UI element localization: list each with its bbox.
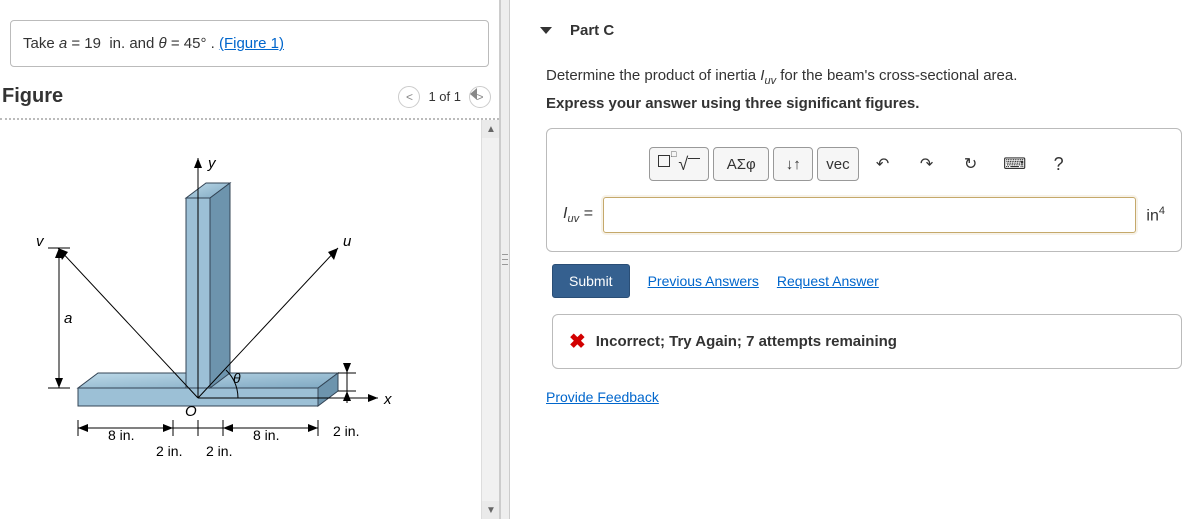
origin-label: O bbox=[185, 403, 197, 420]
part-title: Part C bbox=[570, 22, 614, 39]
figure-title: Figure bbox=[2, 85, 63, 108]
question-prefix: Determine the product of inertia bbox=[546, 67, 760, 84]
pane-splitter[interactable] bbox=[500, 0, 510, 519]
question-instruction: Express your answer using three signific… bbox=[546, 95, 1182, 112]
vector-button[interactable]: vec bbox=[817, 147, 858, 181]
feedback-text: Incorrect; Try Again; 7 attempts remaini… bbox=[596, 333, 897, 350]
axis-x-label: x bbox=[383, 391, 392, 408]
dim-a-label: a bbox=[64, 310, 72, 327]
previous-answers-link[interactable]: Previous Answers bbox=[648, 273, 759, 289]
incorrect-icon: ✖ bbox=[569, 329, 586, 354]
dim-2in-b: 2 in. bbox=[206, 443, 232, 458]
submit-button[interactable]: Submit bbox=[552, 264, 630, 298]
figure-diagram: y v u a x O θ 8 in. 8 in. 2 in. 2 in. 2 … bbox=[8, 138, 438, 458]
part-header: Part C bbox=[540, 10, 1182, 57]
answer-lhs-sub: uv bbox=[567, 213, 579, 225]
param-theta-eq: = 45° . bbox=[167, 35, 219, 52]
feedback-box: ✖ Incorrect; Try Again; 7 attempts remai… bbox=[552, 314, 1182, 369]
figure-area: y v u a x O θ 8 in. 8 in. 2 in. 2 in. 2 … bbox=[0, 120, 499, 519]
provide-feedback-link[interactable]: Provide Feedback bbox=[546, 389, 659, 405]
dim-2in-a: 2 in. bbox=[156, 443, 182, 458]
dim-8in-right: 8 in. bbox=[253, 427, 279, 443]
parameter-box: Take a = 19 in. and θ = 45° . (Figure 1) bbox=[10, 20, 489, 67]
answer-lhs: Iuv = bbox=[563, 205, 593, 225]
answer-panel: □ √ ΑΣφ ↓↑ vec ↶ ↷ ↻ ⌨ ? Iuv = in4 bbox=[546, 128, 1182, 252]
request-answer-link[interactable]: Request Answer bbox=[777, 273, 879, 289]
answer-row: Iuv = in4 bbox=[563, 197, 1165, 233]
answer-unit-exp: 4 bbox=[1159, 205, 1165, 217]
figure-header: Figure < 1 of 1 > bbox=[0, 81, 499, 114]
greek-button[interactable]: ΑΣφ bbox=[713, 147, 769, 181]
collapse-left-icon[interactable] bbox=[470, 88, 477, 100]
param-a-eq: = 19 in. and bbox=[67, 35, 158, 52]
figure-scrollbar[interactable]: ▲ ▼ bbox=[481, 120, 499, 519]
answer-unit: in4 bbox=[1146, 205, 1165, 225]
figure-nav: < 1 of 1 > bbox=[398, 86, 491, 108]
subscript-superscript-button[interactable]: ↓↑ bbox=[773, 147, 813, 181]
reset-button[interactable]: ↻ bbox=[951, 147, 991, 181]
dim-8in-left: 8 in. bbox=[108, 427, 134, 443]
param-prefix: Take bbox=[23, 35, 59, 52]
right-pane: Part C Determine the product of inertia … bbox=[510, 0, 1200, 519]
question-block: Determine the product of inertia Iuv for… bbox=[540, 67, 1182, 406]
answer-toolbar: □ √ ΑΣφ ↓↑ vec ↶ ↷ ↻ ⌨ ? bbox=[563, 147, 1165, 181]
keyboard-button[interactable]: ⌨ bbox=[995, 147, 1035, 181]
answer-unit-base: in bbox=[1146, 207, 1158, 224]
help-button[interactable]: ? bbox=[1039, 147, 1079, 181]
param-theta-var: θ bbox=[159, 35, 167, 52]
theta-label: θ bbox=[233, 370, 241, 386]
axis-v-label: v bbox=[36, 233, 45, 250]
axis-y-label: y bbox=[207, 155, 217, 172]
param-a-var: a bbox=[59, 35, 67, 52]
collapse-part-icon[interactable] bbox=[540, 27, 552, 34]
redo-button[interactable]: ↷ bbox=[907, 147, 947, 181]
question-text: Determine the product of inertia Iuv for… bbox=[546, 67, 1182, 87]
figure-page-indicator: 1 of 1 bbox=[424, 89, 465, 104]
templates-button[interactable]: □ √ bbox=[649, 147, 709, 181]
scroll-up-icon[interactable]: ▲ bbox=[482, 120, 499, 138]
scroll-down-icon[interactable]: ▼ bbox=[482, 501, 499, 519]
answer-input[interactable] bbox=[603, 197, 1137, 233]
undo-button[interactable]: ↶ bbox=[863, 147, 903, 181]
figure-prev-button[interactable]: < bbox=[398, 86, 420, 108]
question-tail: for the beam's cross-sectional area. bbox=[776, 67, 1017, 84]
figure-link[interactable]: (Figure 1) bbox=[219, 35, 284, 52]
question-var-sub: uv bbox=[764, 75, 776, 87]
answer-lhs-eq: = bbox=[579, 205, 593, 222]
dim-2in-c: 2 in. bbox=[333, 423, 359, 439]
submit-row: Submit Previous Answers Request Answer bbox=[552, 264, 1182, 298]
left-pane: Take a = 19 in. and θ = 45° . (Figure 1)… bbox=[0, 0, 500, 519]
axis-u-label: u bbox=[343, 233, 352, 250]
